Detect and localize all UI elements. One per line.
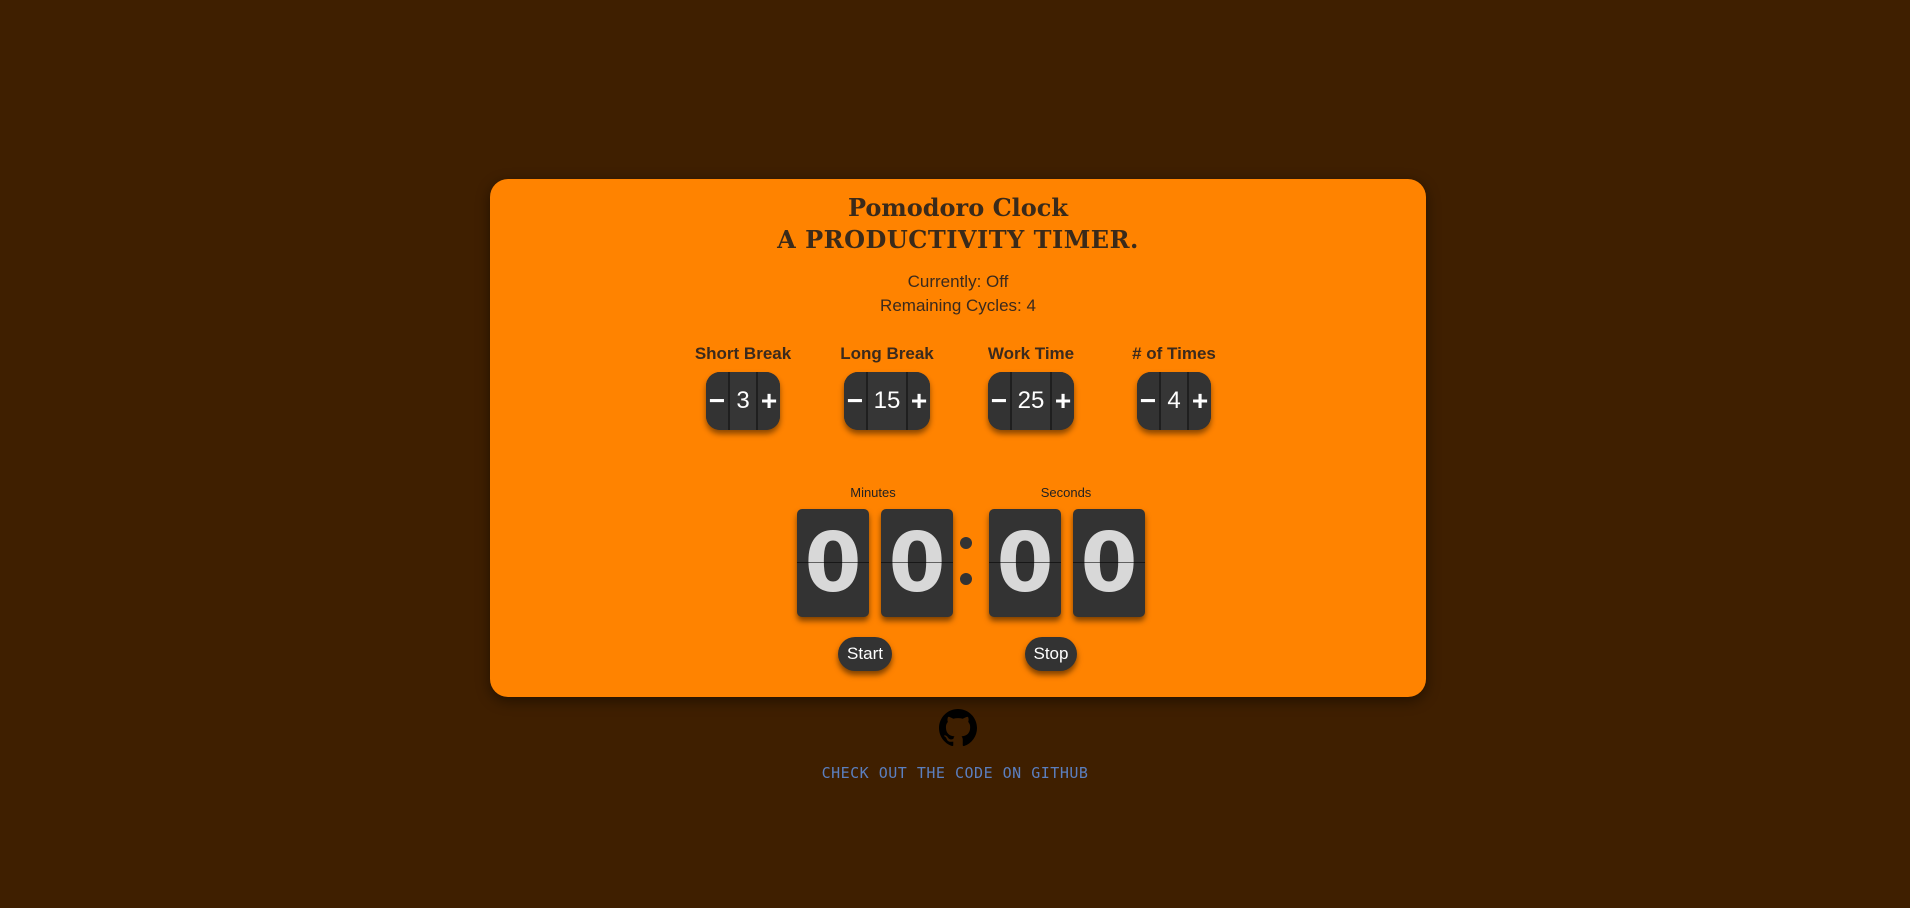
- times-value: 4: [1159, 372, 1189, 430]
- github-link[interactable]: CHECK OUT THE CODE ON GITHUB: [0, 764, 1910, 782]
- long-break-setting: Long Break − 15 +: [817, 344, 957, 430]
- work-time-value: 25: [1010, 372, 1052, 430]
- minutes-tens-digit: 0: [797, 509, 869, 617]
- short-break-label: Short Break: [694, 344, 792, 363]
- short-break-value: 3: [728, 372, 758, 430]
- seconds-label: Seconds: [1040, 485, 1092, 500]
- long-break-decrement-button[interactable]: −: [844, 372, 866, 430]
- short-break-increment-button[interactable]: +: [758, 372, 780, 430]
- short-break-setting: Short Break − 3 +: [673, 344, 813, 430]
- github-icon-svg: [939, 709, 977, 747]
- minutes-label: Minutes: [850, 485, 896, 500]
- long-break-stepper: − 15 +: [844, 372, 930, 430]
- times-label: # of Times: [1132, 344, 1216, 363]
- times-setting: # of Times − 4 +: [1104, 344, 1244, 430]
- app-title: Pomodoro Clock: [847, 193, 1069, 222]
- remaining-cycles: Remaining Cycles: 4: [880, 296, 1036, 315]
- times-increment-button[interactable]: +: [1189, 372, 1211, 430]
- minutes-ones-digit: 0: [881, 509, 953, 617]
- pomodoro-card: Pomodoro Clock A PRODUCTIVITY TIMER. Cur…: [490, 179, 1426, 697]
- timer-colon: [960, 537, 972, 587]
- long-break-increment-button[interactable]: +: [908, 372, 930, 430]
- app-subtitle: A PRODUCTIVITY TIMER.: [777, 225, 1139, 254]
- times-stepper: − 4 +: [1137, 372, 1211, 430]
- work-time-increment-button[interactable]: +: [1052, 372, 1074, 430]
- colon-dot: [960, 573, 972, 585]
- work-time-label: Work Time: [987, 344, 1075, 363]
- seconds-ones-digit: 0: [1073, 509, 1145, 617]
- long-break-value: 15: [866, 372, 908, 430]
- start-button[interactable]: Start: [838, 637, 892, 671]
- short-break-decrement-button[interactable]: −: [706, 372, 728, 430]
- short-break-stepper: − 3 +: [706, 372, 780, 430]
- work-time-decrement-button[interactable]: −: [988, 372, 1010, 430]
- stop-button[interactable]: Stop: [1025, 637, 1077, 671]
- github-icon[interactable]: [939, 709, 977, 747]
- work-time-setting: Work Time − 25 +: [961, 344, 1101, 430]
- current-status: Currently: Off: [907, 272, 1009, 291]
- colon-dot: [960, 537, 972, 549]
- long-break-label: Long Break: [840, 344, 934, 363]
- seconds-tens-digit: 0: [989, 509, 1061, 617]
- times-decrement-button[interactable]: −: [1137, 372, 1159, 430]
- work-time-stepper: − 25 +: [988, 372, 1074, 430]
